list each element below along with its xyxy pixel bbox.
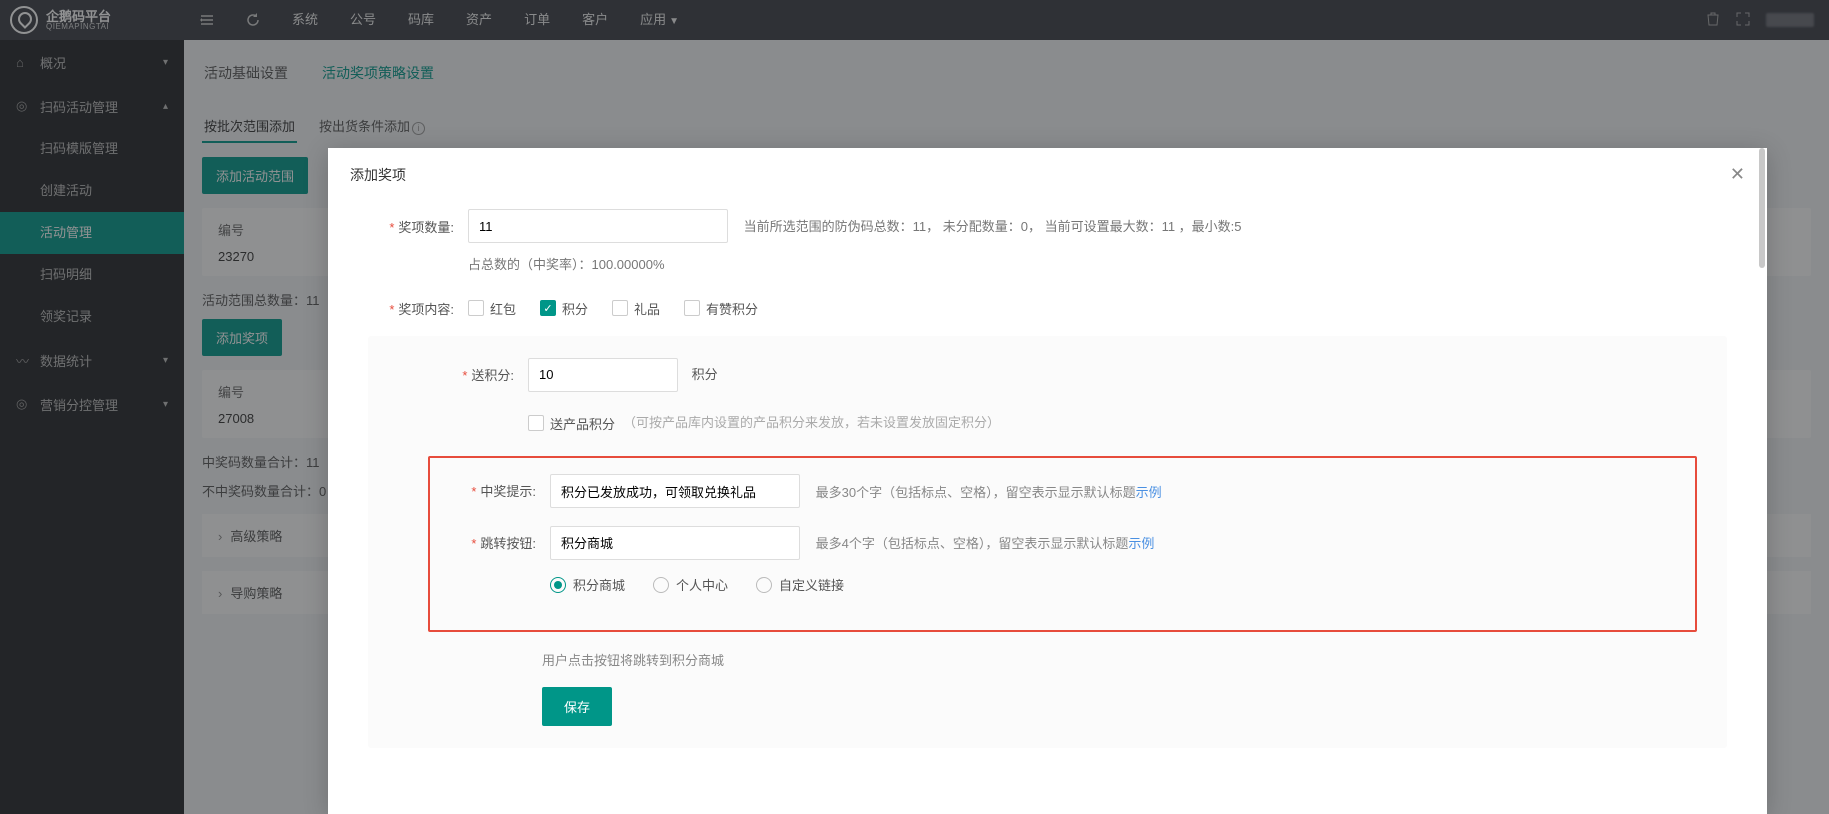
row-win-msg: *中奖提示: 最多30个字（包括标点、空格），留空表示显示默认标题示例 bbox=[450, 474, 1675, 510]
cbx-lipin[interactable]: 礼品 bbox=[612, 299, 660, 318]
cbx-hongbao[interactable]: 红包 bbox=[468, 299, 516, 318]
jump-label: *跳转按钮: bbox=[450, 526, 550, 552]
jump-hint: 最多4个字（包括标点、空格），留空表示显示默认标题示例 bbox=[816, 536, 1155, 551]
win-msg-label: *中奖提示: bbox=[450, 474, 550, 500]
prize-content-checkboxes: 红包 积分 礼品 有赞积分 bbox=[468, 291, 1727, 318]
jump-example-link[interactable]: 示例 bbox=[1128, 536, 1154, 551]
jump-radio-group: 积分商城 个人中心 自定义链接 bbox=[550, 575, 1675, 594]
product-points-hint: （可按产品库内设置的产品积分来发放，若未设置发放固定积分） bbox=[623, 406, 1000, 440]
jump-input[interactable] bbox=[550, 526, 800, 560]
cbx-product-points[interactable]: 送产品积分 bbox=[528, 414, 615, 433]
points-label: *送积分: bbox=[428, 358, 528, 384]
radio-points-mall[interactable]: 积分商城 bbox=[550, 575, 625, 594]
points-unit: 积分 bbox=[692, 367, 718, 382]
qty-input[interactable] bbox=[468, 209, 728, 243]
modal-title: 添加奖项 bbox=[350, 165, 406, 185]
qty-label: *奖项数量: bbox=[368, 209, 468, 236]
win-msg-example-link[interactable]: 示例 bbox=[1136, 485, 1162, 500]
save-button[interactable]: 保存 bbox=[542, 687, 612, 726]
add-prize-modal: 添加奖项 ✕ *奖项数量: 当前所选范围的防伪码总数：11， 未分配数量：0， … bbox=[328, 148, 1767, 814]
row-content: *奖项内容: 红包 积分 礼品 有赞积分 bbox=[368, 291, 1727, 318]
percent-hint: 占总数的（中奖率）：100.00000% bbox=[468, 254, 1727, 273]
modal-body: *奖项数量: 当前所选范围的防伪码总数：11， 未分配数量：0， 当前可设置最大… bbox=[328, 201, 1767, 814]
qty-hint: 当前所选范围的防伪码总数：11， 未分配数量：0， 当前可设置最大数：11 ，最… bbox=[744, 210, 1242, 244]
modal-header: 添加奖项 ✕ bbox=[328, 148, 1767, 201]
highlight-box: *中奖提示: 最多30个字（包括标点、空格），留空表示显示默认标题示例 *跳转按… bbox=[428, 456, 1697, 632]
radio-custom-link[interactable]: 自定义链接 bbox=[756, 575, 844, 594]
row-points: *送积分: 积分 送产品积分 （可按产品库内设置的产品积分来发放，若未设置发放固… bbox=[428, 358, 1697, 441]
row-jump-btn: *跳转按钮: 最多4个字（包括标点、空格），留空表示显示默认标题示例 积分商城 … bbox=[450, 526, 1675, 595]
win-msg-hint: 最多30个字（包括标点、空格），留空表示显示默认标题示例 bbox=[816, 485, 1162, 500]
row-qty: *奖项数量: 当前所选范围的防伪码总数：11， 未分配数量：0， 当前可设置最大… bbox=[368, 209, 1727, 273]
radio-personal-center[interactable]: 个人中心 bbox=[653, 575, 728, 594]
points-panel: *送积分: 积分 送产品积分 （可按产品库内设置的产品积分来发放，若未设置发放固… bbox=[368, 336, 1727, 749]
points-input[interactable] bbox=[528, 358, 678, 392]
modal-close-button[interactable]: ✕ bbox=[1730, 164, 1745, 185]
scrollbar[interactable] bbox=[1759, 148, 1765, 268]
content-label: *奖项内容: bbox=[368, 291, 468, 318]
win-msg-input[interactable] bbox=[550, 474, 800, 508]
cbx-jifen[interactable]: 积分 bbox=[540, 299, 588, 318]
redirect-hint: 用户点击按钮将跳转到积分商城 bbox=[542, 650, 1697, 669]
cbx-youzan[interactable]: 有赞积分 bbox=[684, 299, 758, 318]
